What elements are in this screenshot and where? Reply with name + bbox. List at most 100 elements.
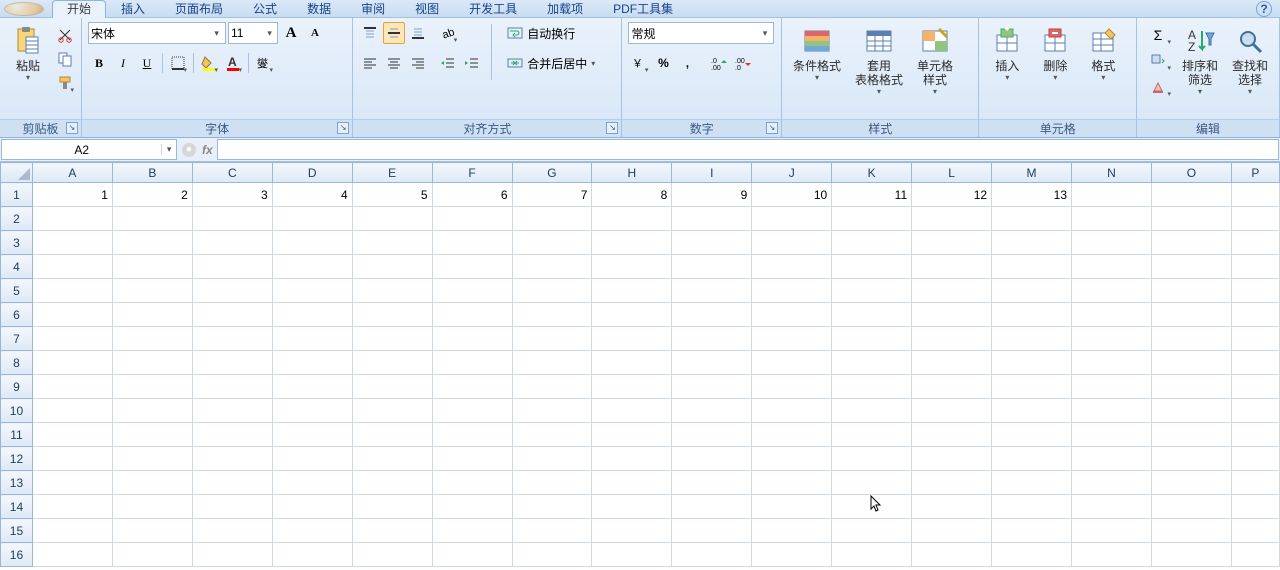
cell-A7[interactable]	[32, 327, 112, 351]
chevron-down-icon[interactable]: ▾	[264, 28, 275, 39]
cell-O1[interactable]	[1151, 183, 1231, 207]
cell-O15[interactable]	[1151, 519, 1231, 543]
cell-E1[interactable]: 5	[352, 183, 432, 207]
autosum-button[interactable]: Σ	[1143, 24, 1173, 46]
cell-L9[interactable]	[912, 375, 992, 399]
cell-C9[interactable]	[192, 375, 272, 399]
name-box[interactable]: ▾	[1, 139, 177, 160]
row-header-10[interactable]: 10	[1, 399, 33, 423]
cell-B3[interactable]	[112, 231, 192, 255]
cell-F16[interactable]	[432, 543, 512, 567]
cell-N2[interactable]	[1072, 207, 1152, 231]
cell-O4[interactable]	[1151, 255, 1231, 279]
cell-L12[interactable]	[912, 447, 992, 471]
cell-M15[interactable]	[992, 519, 1072, 543]
col-header-J[interactable]: J	[752, 163, 832, 183]
cell-P10[interactable]	[1231, 399, 1279, 423]
cell-I8[interactable]	[672, 351, 752, 375]
cell-A4[interactable]	[32, 255, 112, 279]
cell-G9[interactable]	[512, 375, 592, 399]
cell-P11[interactable]	[1231, 423, 1279, 447]
cell-A1[interactable]: 1	[32, 183, 112, 207]
col-header-G[interactable]: G	[512, 163, 592, 183]
cell-L4[interactable]	[912, 255, 992, 279]
col-header-O[interactable]: O	[1151, 163, 1231, 183]
tab-pdf-tools[interactable]: PDF工具集	[598, 0, 688, 18]
cell-G15[interactable]	[512, 519, 592, 543]
cell-B2[interactable]	[112, 207, 192, 231]
cell-K10[interactable]	[832, 399, 912, 423]
cell-A13[interactable]	[32, 471, 112, 495]
cell-K14[interactable]	[832, 495, 912, 519]
cell-H12[interactable]	[592, 447, 672, 471]
cell-D5[interactable]	[272, 279, 352, 303]
col-header-A[interactable]: A	[32, 163, 112, 183]
cell-O7[interactable]	[1151, 327, 1231, 351]
alignment-launcher[interactable]: ↘	[606, 122, 618, 134]
fx-icon[interactable]: fx	[202, 143, 213, 157]
cell-H15[interactable]	[592, 519, 672, 543]
cell-C6[interactable]	[192, 303, 272, 327]
fill-color-button[interactable]	[198, 52, 220, 74]
cell-A10[interactable]	[32, 399, 112, 423]
accounting-format-button[interactable]: ￥	[628, 52, 650, 74]
cell-D12[interactable]	[272, 447, 352, 471]
cell-G4[interactable]	[512, 255, 592, 279]
cell-N10[interactable]	[1072, 399, 1152, 423]
cell-C8[interactable]	[192, 351, 272, 375]
cell-J5[interactable]	[752, 279, 832, 303]
col-header-K[interactable]: K	[832, 163, 912, 183]
cell-O2[interactable]	[1151, 207, 1231, 231]
cell-E4[interactable]	[352, 255, 432, 279]
wrap-text-button[interactable]: 自动换行	[500, 22, 602, 44]
orientation-button[interactable]: ab	[437, 22, 459, 44]
cell-I11[interactable]	[672, 423, 752, 447]
border-button[interactable]	[167, 52, 189, 74]
cell-M3[interactable]	[992, 231, 1072, 255]
cell-D1[interactable]: 4	[272, 183, 352, 207]
cell-B8[interactable]	[112, 351, 192, 375]
cell-D11[interactable]	[272, 423, 352, 447]
format-as-table-button[interactable]: 套用 表格格式 ▾	[850, 22, 908, 99]
increase-decimal-button[interactable]: .0.00	[708, 52, 730, 74]
cell-C13[interactable]	[192, 471, 272, 495]
cell-K13[interactable]	[832, 471, 912, 495]
cell-N16[interactable]	[1072, 543, 1152, 567]
help-icon[interactable]: ?	[1256, 1, 1272, 17]
find-select-button[interactable]: 查找和 选择 ▾	[1227, 22, 1273, 99]
chevron-down-icon[interactable]: ▾	[161, 144, 176, 155]
cell-N1[interactable]	[1072, 183, 1152, 207]
row-header-1[interactable]: 1	[1, 183, 33, 207]
cell-K2[interactable]	[832, 207, 912, 231]
cell-H9[interactable]	[592, 375, 672, 399]
cell-J10[interactable]	[752, 399, 832, 423]
cut-button[interactable]	[54, 24, 76, 46]
cell-M10[interactable]	[992, 399, 1072, 423]
cell-J7[interactable]	[752, 327, 832, 351]
col-header-F[interactable]: F	[432, 163, 512, 183]
cell-A2[interactable]	[32, 207, 112, 231]
cell-A15[interactable]	[32, 519, 112, 543]
font-name-input[interactable]	[91, 26, 210, 40]
cell-P13[interactable]	[1231, 471, 1279, 495]
row-header-7[interactable]: 7	[1, 327, 33, 351]
cell-N15[interactable]	[1072, 519, 1152, 543]
cell-O10[interactable]	[1151, 399, 1231, 423]
row-header-14[interactable]: 14	[1, 495, 33, 519]
cell-B11[interactable]	[112, 423, 192, 447]
cell-A6[interactable]	[32, 303, 112, 327]
cell-N12[interactable]	[1072, 447, 1152, 471]
cell-J12[interactable]	[752, 447, 832, 471]
cell-K5[interactable]	[832, 279, 912, 303]
cell-G16[interactable]	[512, 543, 592, 567]
cell-G5[interactable]	[512, 279, 592, 303]
fill-button[interactable]	[1143, 50, 1173, 72]
cell-D3[interactable]	[272, 231, 352, 255]
align-left-button[interactable]	[359, 52, 381, 74]
cell-P15[interactable]	[1231, 519, 1279, 543]
select-all-corner[interactable]	[1, 163, 33, 183]
cell-K15[interactable]	[832, 519, 912, 543]
cell-L10[interactable]	[912, 399, 992, 423]
cell-O6[interactable]	[1151, 303, 1231, 327]
cell-H1[interactable]: 8	[592, 183, 672, 207]
